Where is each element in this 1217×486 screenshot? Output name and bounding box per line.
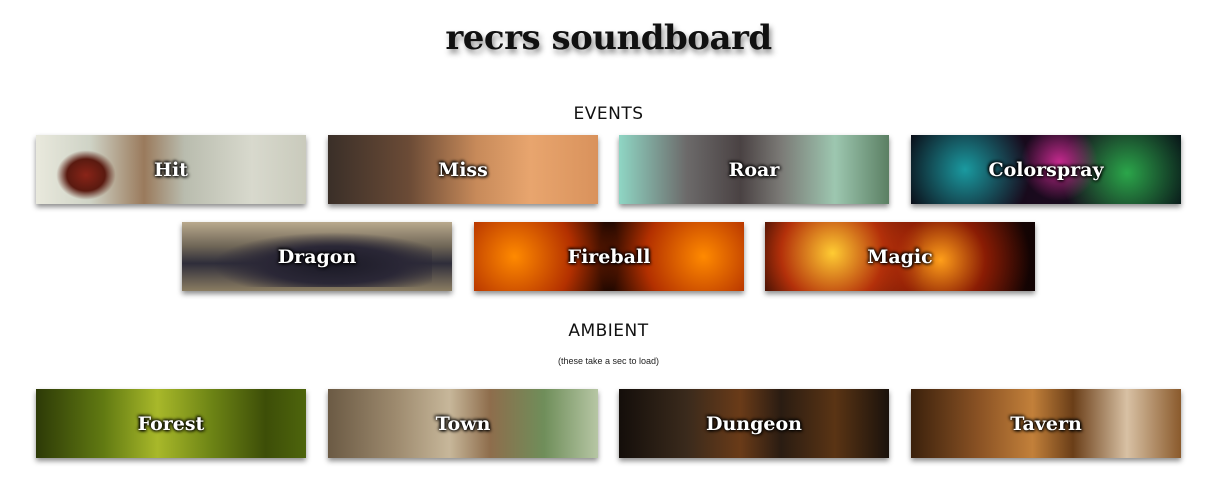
sound-button-label: Colorspray: [988, 158, 1104, 181]
sound-button-label: Dragon: [277, 245, 357, 268]
sound-button-label: Miss: [438, 158, 488, 181]
sound-button-fireball[interactable]: Fireball: [474, 222, 744, 291]
sound-button-label: Fireball: [567, 245, 651, 268]
ambient-heading: AMBIENT: [568, 321, 649, 341]
page-title: recrs soundboard: [445, 18, 772, 58]
ambient-loading-note: (these take a sec to load): [557, 356, 660, 366]
events-heading: EVENTS: [573, 104, 644, 124]
sound-button-label: Town: [435, 412, 491, 435]
sound-button-label: Roar: [728, 158, 780, 181]
sound-button-roar[interactable]: Roar: [619, 135, 889, 204]
sound-button-magic[interactable]: Magic: [765, 222, 1035, 291]
sound-button-town[interactable]: Town: [328, 389, 598, 458]
sound-button-label: Dungeon: [706, 412, 802, 435]
sound-button-tavern[interactable]: Tavern: [911, 389, 1181, 458]
sound-button-label: Forest: [137, 412, 205, 435]
sound-button-label: Tavern: [1010, 412, 1082, 435]
sound-button-label: Hit: [154, 158, 188, 181]
sound-button-label: Magic: [867, 245, 933, 268]
sound-button-colorspray[interactable]: Colorspray: [911, 135, 1181, 204]
sound-button-forest[interactable]: Forest: [36, 389, 306, 458]
sound-button-dungeon[interactable]: Dungeon: [619, 389, 889, 458]
sound-button-dragon[interactable]: Dragon: [182, 222, 452, 291]
sound-button-miss[interactable]: Miss: [328, 135, 598, 204]
sound-button-hit[interactable]: Hit: [36, 135, 306, 204]
